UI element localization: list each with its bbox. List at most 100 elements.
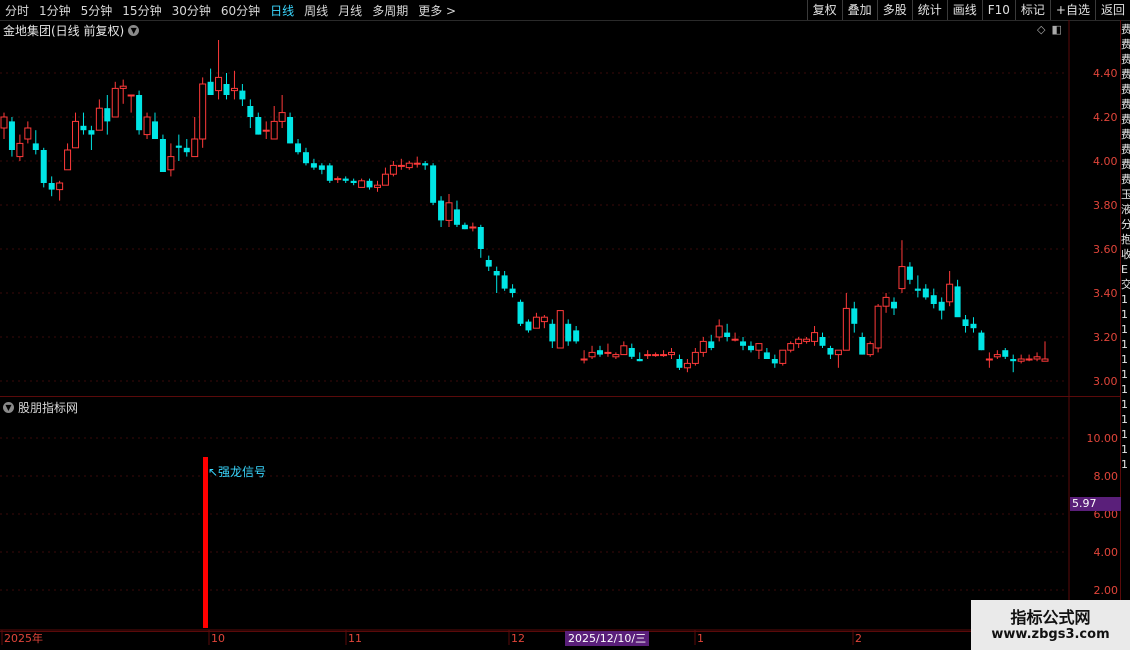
side-strip-char: 1 <box>1121 323 1128 336</box>
candle-body-up <box>540 316 548 323</box>
date-tick-label: 1 <box>697 632 704 645</box>
side-strip-char: 费 <box>1121 68 1130 81</box>
indicator-layer: 10.008.006.004.002.00 <box>0 432 1118 628</box>
candle-body-down <box>891 301 898 309</box>
candle-body-up <box>143 116 151 136</box>
candle-body-up <box>898 266 906 290</box>
candle-body-up <box>199 83 207 140</box>
candle-body-down <box>517 301 524 324</box>
candle-body-down <box>477 227 484 249</box>
candle-body-down <box>318 165 325 170</box>
indicator-tick-label: 4.00 <box>1094 546 1119 559</box>
date-axis: 2025年 10 11 12 1 2 <box>0 629 1120 645</box>
candle-body-up <box>111 87 119 118</box>
candle-body-down <box>859 337 866 355</box>
candle-body-up <box>699 340 707 353</box>
candle-body-up <box>358 180 366 188</box>
candle-body-up <box>811 332 819 342</box>
candle-body-up <box>580 358 588 361</box>
side-strip-char: 交 <box>1121 278 1130 291</box>
candle-body-up <box>72 120 80 149</box>
side-strip-char: 1 <box>1121 428 1128 441</box>
side-strip-char: 玉 <box>1121 188 1130 201</box>
side-strip-char: 费 <box>1121 173 1130 186</box>
side-strip-char: 分 <box>1121 218 1130 231</box>
side-strip-char: 1 <box>1121 293 1128 306</box>
candle-body-up <box>874 305 882 349</box>
candle-body-down <box>310 163 317 168</box>
side-strip-char: 费 <box>1121 53 1130 66</box>
date-tick-label: 12 <box>511 632 525 645</box>
candle-body-up <box>652 354 660 357</box>
candle-body-up <box>278 112 286 122</box>
side-strip-char: 1 <box>1121 368 1128 381</box>
watermark-title: 指标公式网 <box>1010 608 1091 627</box>
candle-body-down <box>565 323 572 342</box>
candle-body-down <box>596 350 603 355</box>
kline-chart[interactable]: 4.40 4.20 4.00 3.80 3.60 3.40 3.20 3.00 10.00 8.… <box>0 0 1130 650</box>
date-tick-label: 2 <box>855 632 862 645</box>
price-tick-label: 4.00 <box>1093 155 1118 168</box>
candle-body-up <box>842 307 850 351</box>
candle-body-down <box>247 106 254 117</box>
candle-body-up <box>381 173 389 186</box>
watermark-logo: 指标公式网 www.zbgs3.com <box>971 600 1130 650</box>
candle-body-up <box>588 351 596 358</box>
candle-body-down <box>175 145 182 148</box>
candle-body-down <box>159 139 166 172</box>
candle-body-up <box>445 202 453 221</box>
candle-body-down <box>453 209 460 225</box>
candle-body-up <box>668 351 676 356</box>
candle-body-down <box>342 178 349 181</box>
candle-body-down <box>350 180 357 183</box>
price-tick-label: 3.80 <box>1093 199 1118 212</box>
candle-body-down <box>295 143 302 153</box>
price-tick-label: 3.60 <box>1093 243 1118 256</box>
candle-body-down <box>763 352 770 359</box>
candle-body-up <box>64 149 72 171</box>
candle-body-up <box>16 142 24 158</box>
candle-body-down <box>708 341 715 348</box>
candle-body-down <box>922 288 929 298</box>
side-strip-char: 1 <box>1121 338 1128 351</box>
candle-body-down <box>851 308 858 324</box>
candle-body-up <box>0 116 8 129</box>
candle-body-down <box>48 183 55 190</box>
side-strip-char: 收 <box>1121 248 1130 261</box>
candle-body-down <box>930 295 937 304</box>
candle-body-down <box>40 150 47 183</box>
candle-body-down <box>819 337 826 346</box>
candle-body-up <box>270 120 278 140</box>
candle-body-up <box>230 87 238 92</box>
signal-bar <box>203 457 208 628</box>
candle-body-down <box>573 330 580 342</box>
candle-body-up <box>191 138 199 158</box>
candle-body-down <box>628 348 635 357</box>
candle-body-down <box>493 271 500 276</box>
candle-body-up <box>262 129 270 132</box>
candle-body-down <box>80 125 87 131</box>
candle-body-up <box>405 162 413 169</box>
cursor-date-badge: 2025/12/10/三 <box>565 631 650 646</box>
candle-body-up <box>985 358 993 361</box>
candle-body-up <box>413 162 421 165</box>
candle-body-down <box>422 163 429 166</box>
candle-body-down <box>438 200 445 221</box>
candle-body-up <box>469 226 477 229</box>
candle-body-down <box>914 288 921 291</box>
price-tick-label: 3.40 <box>1093 287 1118 300</box>
candle-body-up <box>604 351 612 354</box>
side-strip-char: 1 <box>1121 443 1128 456</box>
side-strip-char: 1 <box>1121 383 1128 396</box>
price-tick-label: 3.20 <box>1093 331 1118 344</box>
date-tick-label: 10 <box>211 632 225 645</box>
candle-body-down <box>1010 359 1017 362</box>
candle-body-down <box>32 143 39 150</box>
side-strip-char: 1 <box>1121 413 1128 426</box>
candle-body-up <box>373 184 381 188</box>
candle-body-down <box>771 359 778 364</box>
candle-body-down <box>747 345 754 351</box>
watermark-url: www.zbgs3.com <box>991 627 1110 642</box>
side-strip-char: 1 <box>1121 353 1128 366</box>
candle-body-up <box>1033 356 1041 360</box>
